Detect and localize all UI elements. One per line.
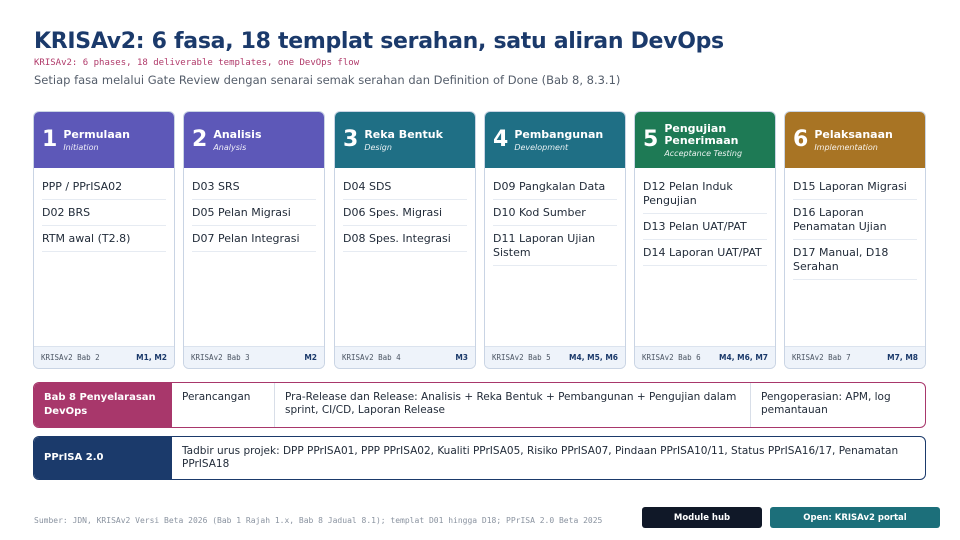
phase-name-english: Acceptance Testing bbox=[664, 148, 743, 158]
deliverable-item: D17 Manual, D18 Serahan bbox=[793, 240, 917, 280]
deliverable-item: PPP / PPrISA02 bbox=[42, 174, 166, 200]
phase-name-english: Initiation bbox=[63, 142, 99, 152]
chapter-reference: KRISAv2 Bab 2 bbox=[41, 353, 100, 362]
phase-card-4: 4 Pembangunan Development D09 Pangkalan … bbox=[484, 111, 626, 369]
phase-name: Pelaksanaan bbox=[814, 127, 893, 141]
phase-name: Reka Bentuk bbox=[364, 127, 443, 141]
deliverable-item: RTM awal (T2.8) bbox=[42, 226, 166, 252]
devops-planning: Perancangan bbox=[182, 391, 251, 403]
phase-name-english: Implementation bbox=[814, 142, 878, 152]
phase-card-1: 1 Permulaan Initiation PPP / PPrISA02 D0… bbox=[33, 111, 175, 369]
deliverable-item: D15 Laporan Migrasi bbox=[793, 174, 917, 200]
phase-card-6: 6 Pelaksanaan Implementation D15 Laporan… bbox=[784, 111, 926, 369]
phase-number: 4 bbox=[493, 127, 509, 152]
phase-number: 3 bbox=[343, 127, 359, 152]
phase-header: 1 Permulaan Initiation bbox=[34, 112, 174, 168]
deliverable-item: D08 Spes. Integrasi bbox=[343, 226, 467, 252]
phase-header: 2 Analisis Analysis bbox=[184, 112, 324, 168]
phase-number: 2 bbox=[192, 127, 208, 152]
phase-footer: KRISAv2 Bab 2 M1, M2 bbox=[34, 346, 174, 368]
phase-name-english: Analysis bbox=[213, 142, 247, 152]
open-portal-button[interactable]: Open: KRISAv2 portal bbox=[770, 507, 940, 528]
deliverable-item: D05 Pelan Migrasi bbox=[192, 200, 316, 226]
phase-number: 6 bbox=[793, 127, 809, 152]
phase-card-3: 3 Reka Bentuk Design D04 SDS D06 Spes. M… bbox=[334, 111, 476, 369]
phase-number: 5 bbox=[643, 127, 659, 152]
deliverable-item: D11 Laporan Ujian Sistem bbox=[493, 226, 617, 266]
deliverable-item: D07 Pelan Integrasi bbox=[192, 226, 316, 252]
deliverable-item: D12 Pelan Induk Pengujian bbox=[643, 174, 767, 214]
phase-name: Analisis bbox=[213, 127, 262, 141]
phase-name-english: Design bbox=[364, 142, 392, 152]
phase-header: 6 Pelaksanaan Implementation bbox=[785, 112, 925, 168]
milestones: M3 bbox=[455, 353, 468, 362]
page-subtitle-english: KRISAv2: 6 phases, 18 deliverable templa… bbox=[34, 58, 360, 68]
phase-header: 3 Reka Bentuk Design bbox=[335, 112, 475, 168]
phase-footer: KRISAv2 Bab 3 M2 bbox=[184, 346, 324, 368]
phase-cards: 1 Permulaan Initiation PPP / PPrISA02 D0… bbox=[33, 111, 926, 369]
deliverable-item: D04 SDS bbox=[343, 174, 467, 200]
chapter-reference: KRISAv2 Bab 7 bbox=[792, 353, 851, 362]
phase-name: Pengujian Penerimaan bbox=[664, 121, 739, 147]
phase-footer: KRISAv2 Bab 7 M7, M8 bbox=[785, 346, 925, 368]
milestones: M2 bbox=[304, 353, 317, 362]
phase-footer: KRISAv2 Bab 4 M3 bbox=[335, 346, 475, 368]
devops-operations: Pengoperasian: APM, log pemantauan bbox=[750, 383, 925, 427]
phase-card-5: 5 Pengujian Penerimaan Acceptance Testin… bbox=[634, 111, 776, 369]
deliverable-item: D16 Laporan Penamatan Ujian bbox=[793, 200, 917, 240]
milestones: M7, M8 bbox=[887, 353, 918, 362]
phase-header: 4 Pembangunan Development bbox=[485, 112, 625, 168]
phase-footer: KRISAv2 Bab 6 M4, M6, M7 bbox=[635, 346, 775, 368]
chapter-reference: KRISAv2 Bab 6 bbox=[642, 353, 701, 362]
devops-alignment-row: Bab 8 Penyelarasan DevOps Perancangan Pr… bbox=[33, 382, 926, 428]
phase-footer: KRISAv2 Bab 5 M4, M5, M6 bbox=[485, 346, 625, 368]
phase-name: Permulaan bbox=[63, 127, 130, 141]
phase-name: Pembangunan bbox=[514, 127, 604, 141]
deliverable-item: D13 Pelan UAT/PAT bbox=[643, 214, 767, 240]
phase-header: 5 Pengujian Penerimaan Acceptance Testin… bbox=[635, 112, 775, 168]
phase-card-2: 2 Analisis Analysis D03 SRS D05 Pelan Mi… bbox=[183, 111, 325, 369]
deliverable-item: D03 SRS bbox=[192, 174, 316, 200]
deliverable-item: D09 Pangkalan Data bbox=[493, 174, 617, 200]
pprisa-governance: Tadbir urus projek: DPP PPrISA01, PPP PP… bbox=[182, 445, 899, 470]
source-note: Sumber: JDN, KRISAv2 Versi Beta 2026 (Ba… bbox=[34, 516, 603, 525]
chapter-reference: KRISAv2 Bab 3 bbox=[191, 353, 250, 362]
milestones: M1, M2 bbox=[136, 353, 167, 362]
milestones: M4, M5, M6 bbox=[569, 353, 618, 362]
chapter-reference: KRISAv2 Bab 5 bbox=[492, 353, 551, 362]
pprisa-label: PPrISA 2.0 bbox=[34, 437, 172, 479]
page-subtitle: Setiap fasa melalui Gate Review dengan s… bbox=[34, 73, 621, 87]
deliverable-item: D06 Spes. Migrasi bbox=[343, 200, 467, 226]
devops-label: Bab 8 Penyelarasan DevOps bbox=[34, 383, 172, 427]
page-title: KRISAv2: 6 fasa, 18 templat serahan, sat… bbox=[34, 29, 724, 54]
module-hub-button[interactable]: Module hub bbox=[642, 507, 762, 528]
phase-number: 1 bbox=[42, 127, 58, 152]
deliverable-item: D02 BRS bbox=[42, 200, 166, 226]
milestones: M4, M6, M7 bbox=[719, 353, 768, 362]
deliverable-item: D14 Laporan UAT/PAT bbox=[643, 240, 767, 266]
phase-name-english: Development bbox=[514, 142, 569, 152]
chapter-reference: KRISAv2 Bab 4 bbox=[342, 353, 401, 362]
devops-release: Pra-Release dan Release: Analisis + Reka… bbox=[274, 383, 750, 427]
deliverable-item: D10 Kod Sumber bbox=[493, 200, 617, 226]
pprisa-row: PPrISA 2.0 Tadbir urus projek: DPP PPrIS… bbox=[33, 436, 926, 480]
